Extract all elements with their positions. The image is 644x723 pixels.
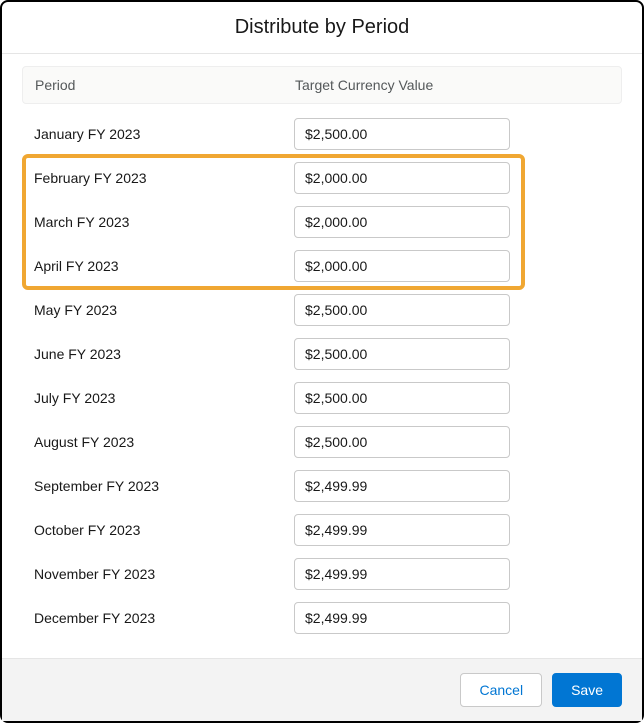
table-row: October FY 2023 — [22, 508, 622, 552]
period-label: June FY 2023 — [34, 346, 294, 362]
currency-value-input[interactable] — [294, 162, 510, 194]
period-label: September FY 2023 — [34, 478, 294, 494]
currency-value-input[interactable] — [294, 558, 510, 590]
table-row: March FY 2023 — [22, 200, 622, 244]
table-row: July FY 2023 — [22, 376, 622, 420]
period-label: March FY 2023 — [34, 214, 294, 230]
currency-value-input[interactable] — [294, 206, 510, 238]
table-row: November FY 2023 — [22, 552, 622, 596]
save-button[interactable]: Save — [552, 673, 622, 707]
currency-value-input[interactable] — [294, 514, 510, 546]
table-row: September FY 2023 — [22, 464, 622, 508]
period-label: April FY 2023 — [34, 258, 294, 274]
period-label: January FY 2023 — [34, 126, 294, 142]
table-row: June FY 2023 — [22, 332, 622, 376]
period-label: July FY 2023 — [34, 390, 294, 406]
currency-value-input[interactable] — [294, 470, 510, 502]
dialog-footer: Cancel Save — [2, 658, 642, 721]
currency-value-input[interactable] — [294, 602, 510, 634]
table-row: February FY 2023 — [22, 156, 622, 200]
period-label: February FY 2023 — [34, 170, 294, 186]
currency-value-input[interactable] — [294, 338, 510, 370]
currency-value-input[interactable] — [294, 382, 510, 414]
table-header-row: Period Target Currency Value — [22, 66, 622, 104]
currency-value-input[interactable] — [294, 426, 510, 458]
dialog-content: Period Target Currency Value January FY … — [2, 54, 642, 640]
currency-value-input[interactable] — [294, 294, 510, 326]
table-row: May FY 2023 — [22, 288, 622, 332]
dialog-title: Distribute by Period — [2, 16, 642, 39]
cancel-button[interactable]: Cancel — [460, 673, 542, 707]
table-row: April FY 2023 — [22, 244, 622, 288]
period-label: October FY 2023 — [34, 522, 294, 538]
column-header-value: Target Currency Value — [295, 77, 609, 93]
table-row: August FY 2023 — [22, 420, 622, 464]
currency-value-input[interactable] — [294, 250, 510, 282]
table-body: January FY 2023 February FY 2023 March FY … — [22, 112, 622, 640]
table-row: December FY 2023 — [22, 596, 622, 640]
table-row: January FY 2023 — [22, 112, 622, 156]
period-label: November FY 2023 — [34, 566, 294, 582]
period-label: May FY 2023 — [34, 302, 294, 318]
column-header-period: Period — [35, 77, 295, 93]
period-label: December FY 2023 — [34, 610, 294, 626]
currency-value-input[interactable] — [294, 118, 510, 150]
dialog-header: Distribute by Period — [2, 2, 642, 54]
period-label: August FY 2023 — [34, 434, 294, 450]
